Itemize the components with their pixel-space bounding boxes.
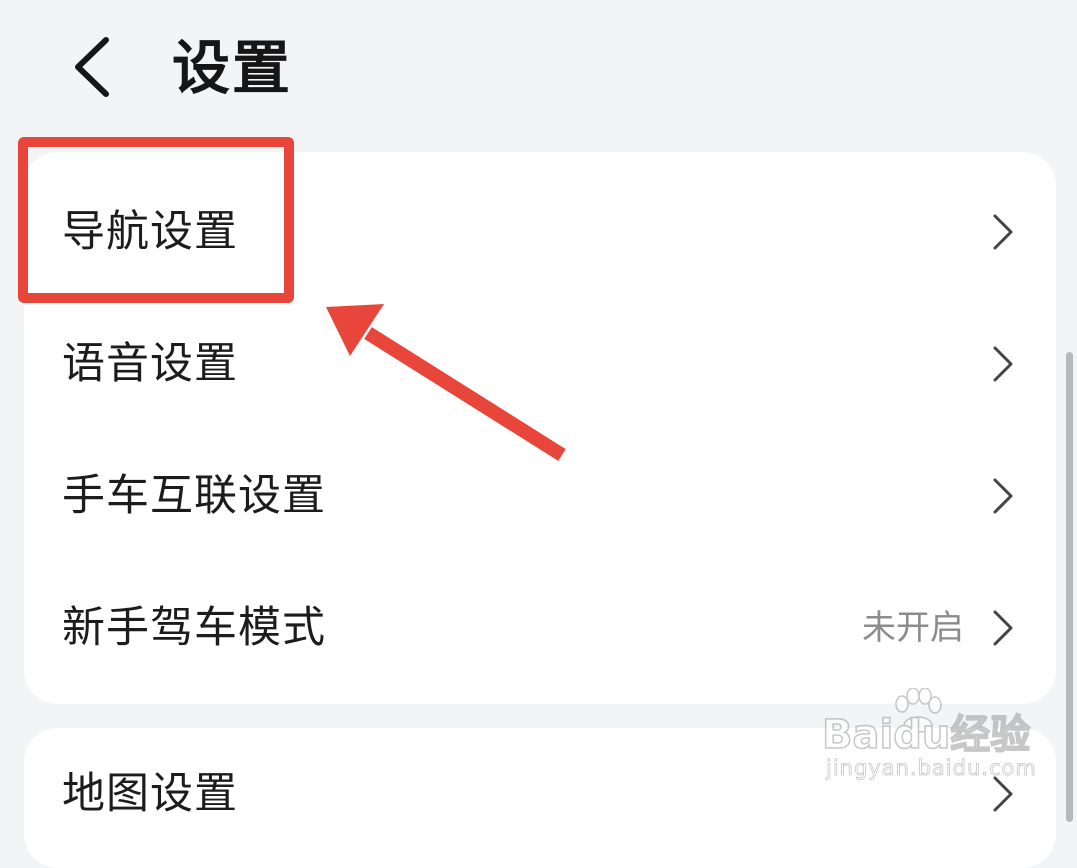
chevron-right-icon [990,608,1016,648]
settings-row-label: 新手驾车模式 [62,603,326,653]
novice-mode-status: 未开启 [862,608,964,648]
settings-row-novice-mode[interactable]: 新手驾车模式 未开启 [24,562,1056,694]
chevron-right-icon [990,344,1016,384]
chevron-right-icon [990,476,1016,516]
settings-row-label: 地图设置 [62,769,238,819]
watermark-url-text: jingyan.baidu.com [826,756,1037,781]
settings-row-label: 语音设置 [62,339,238,389]
settings-row-voice[interactable]: 语音设置 [24,298,1056,430]
settings-row-car-connect[interactable]: 手车互联设置 [24,430,1056,562]
annotation-highlight-box [18,137,294,303]
chevron-left-icon [75,37,109,97]
chevron-right-icon [990,212,1016,252]
baidu-jingyan-watermark: Baidu经验 jingyan.baidu.com [821,688,1042,788]
watermark-logo-text: Baidu经验 [821,711,1031,759]
back-button[interactable] [62,30,132,104]
page-title: 设置 [172,34,293,102]
settings-row-label: 手车互联设置 [62,471,326,521]
header-bar: 设置 [0,0,1077,130]
scrollbar[interactable] [1066,352,1073,822]
